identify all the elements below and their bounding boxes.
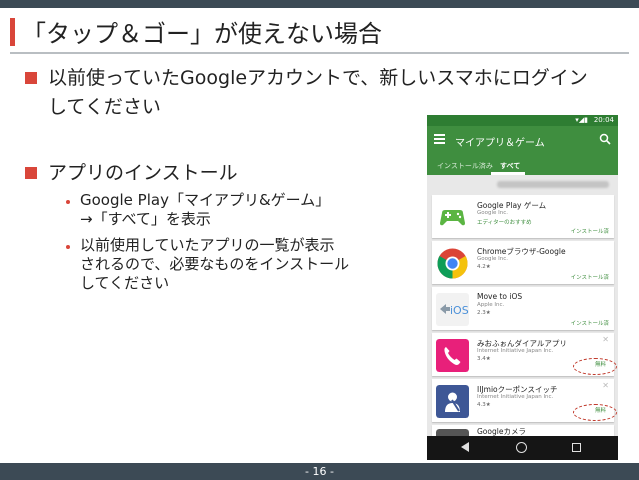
- app-status: インストール済: [570, 229, 609, 235]
- app-rating: 4.3★: [477, 402, 491, 408]
- app-card-play-games[interactable]: Google Play ゲーム Google Inc. エディターのおすすめ イ…: [432, 195, 614, 238]
- app-developer: Google Inc.: [477, 210, 509, 216]
- app-developer: Internet Initiative Japan Inc.: [477, 348, 554, 354]
- blurred-account-email: [497, 181, 609, 188]
- app-card-coupon-switch[interactable]: IIJmioクーポンスイッチ Internet Initiative Japan…: [432, 379, 617, 422]
- app-status: インストール済: [570, 275, 609, 281]
- app-card-chrome[interactable]: Chromeブラウザ-Google Google Inc. 4.2★ インストー…: [432, 241, 614, 284]
- move-to-ios-icon: iOS: [436, 293, 469, 326]
- sub-bullet-google-play: Google Play「マイアプリ&ゲーム」 →「すべて」を表示: [80, 191, 330, 229]
- app-developer: Internet Initiative Japan Inc.: [477, 394, 554, 400]
- app-name: Googleカメラ: [477, 427, 526, 436]
- home-icon[interactable]: [516, 442, 527, 453]
- bullet-square-icon: [25, 167, 37, 179]
- sub-bullet-dot-icon: [66, 200, 70, 204]
- coupon-switch-icon: [436, 385, 469, 418]
- app-rating: 3.4★: [477, 356, 491, 362]
- phone-screenshot: ▾◢▮ 20:04 マイアプリ＆ゲーム インストール済み すべて Google …: [427, 115, 618, 460]
- phone-dial-icon: [436, 339, 469, 372]
- status-time: 20:04: [593, 116, 614, 124]
- hamburger-menu-icon[interactable]: [434, 134, 445, 144]
- app-bar: マイアプリ＆ゲーム: [427, 126, 618, 156]
- highlight-oval: [573, 358, 617, 375]
- app-developer: Apple Inc.: [477, 302, 505, 308]
- app-editor-choice: エディターのおすすめ: [477, 220, 532, 226]
- tab-all[interactable]: すべて: [500, 161, 520, 171]
- bullet-square-icon: [25, 72, 37, 84]
- signal-battery-icon: ▾◢▮: [575, 116, 588, 124]
- slide-title: 「タップ＆ゴー」が使えない場合: [22, 20, 382, 48]
- search-icon[interactable]: [599, 133, 611, 145]
- sub-bullet-line: Google Play「マイアプリ&ゲーム」: [80, 191, 331, 209]
- footer-bar: - 16 -: [0, 463, 639, 480]
- svg-text:iOS: iOS: [450, 304, 469, 317]
- app-rating: 2.3★: [477, 310, 491, 316]
- bullet-install-text: アプリのインストール: [48, 162, 238, 184]
- status-bar: ▾◢▮ 20:04: [427, 115, 618, 126]
- app-bar-title: マイアプリ＆ゲーム: [455, 138, 545, 149]
- recents-icon[interactable]: [572, 443, 581, 452]
- page-number: - 16 -: [305, 465, 334, 478]
- app-rating: 4.2★: [477, 264, 491, 270]
- android-nav-bar: [427, 436, 618, 460]
- close-icon[interactable]: ✕: [602, 381, 609, 390]
- app-developer: Google Inc.: [477, 256, 509, 262]
- bullet-login-text: 以前使っていたGoogleアカウントで、新しいスマホにログインしてください: [48, 67, 588, 118]
- sub-bullet-line: してください: [80, 274, 170, 292]
- sub-bullet-line: されるので、必要なものをインストール: [80, 255, 350, 273]
- title-divider: [10, 52, 629, 54]
- google-play-games-icon: [436, 201, 469, 234]
- top-banner: [0, 0, 639, 8]
- back-icon[interactable]: [461, 442, 469, 452]
- chrome-icon: [437, 248, 468, 279]
- app-status: インストール済: [570, 321, 609, 327]
- app-name: Move to iOS: [477, 292, 523, 301]
- sub-bullet-app-list: 以前使用していたアプリの一覧が表示 されるので、必要なものをインストール してく…: [80, 236, 349, 293]
- app-card-google-camera[interactable]: Googleカメラ: [432, 425, 614, 436]
- sub-bullet-dot-icon: [66, 245, 70, 249]
- sub-bullet-line: →「すべて」を表示: [80, 210, 211, 228]
- app-card-move-to-ios[interactable]: iOS Move to iOS Apple Inc. 2.3★ インストール済: [432, 287, 614, 330]
- tab-indicator: [491, 172, 525, 175]
- google-camera-icon: [436, 429, 469, 436]
- highlight-oval: [573, 404, 617, 421]
- tab-installed[interactable]: インストール済み: [437, 161, 493, 171]
- title-accent-bar: [10, 18, 15, 46]
- sub-bullet-line: 以前使用していたアプリの一覧が表示: [80, 236, 335, 254]
- close-icon[interactable]: ✕: [602, 335, 609, 344]
- app-card-miofon-dial[interactable]: みおふぉんダイアルアプリ Internet Initiative Japan I…: [432, 333, 617, 376]
- tab-row: インストール済み すべて: [427, 156, 618, 175]
